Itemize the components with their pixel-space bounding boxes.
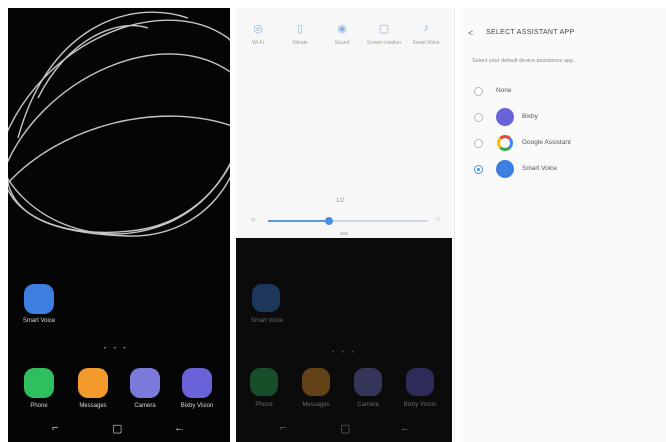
- tile-sound-label: Sound: [334, 40, 350, 46]
- tile-vibrate[interactable]: ▯ Vibrate: [280, 22, 320, 46]
- auto-brightness-icon[interactable]: ○: [436, 216, 440, 223]
- rotation-icon: ▢: [378, 23, 390, 35]
- tile-vibrate-label: Vibrate: [292, 40, 308, 46]
- phone-app-icon-dimmed: [250, 368, 278, 396]
- vibrate-icon: ▯: [296, 23, 304, 35]
- sound-icon: ◉: [337, 23, 347, 35]
- option-smart-voice[interactable]: Smart Voice: [470, 158, 660, 180]
- messages-app-label-dimmed: Messages: [302, 402, 330, 408]
- tile-smart-voice[interactable]: ♪ Smart Voice: [406, 22, 446, 46]
- option-google-assistant[interactable]: Google Assistant: [470, 132, 660, 154]
- page-indicator-dimmed: • • •: [332, 350, 357, 356]
- settings-header: < SELECT ASSISTANT APP: [468, 28, 658, 42]
- phone-app-label: Phone: [30, 403, 48, 409]
- quick-settings-screen: ◎ Wi-Fi ▯ Vibrate ◉ Sound ▢ Screen rotat…: [236, 8, 452, 442]
- back-button[interactable]: ←: [174, 422, 185, 434]
- assistant-icon: ♪: [423, 22, 429, 34]
- radio-none[interactable]: [474, 87, 483, 96]
- tile-wifi[interactable]: ◎ Wi-Fi: [238, 22, 278, 46]
- bixby-vision-app-icon[interactable]: [182, 368, 212, 398]
- quick-settings-panel: ◎ Wi-Fi ▯ Vibrate ◉ Sound ▢ Screen rotat…: [236, 8, 452, 236]
- option-bixby-label: Bixby: [522, 113, 538, 120]
- option-none-label: None: [496, 87, 512, 94]
- bixby-vision-app-label: Bixby Vision: [180, 403, 214, 409]
- wifi-icon: ◎: [253, 23, 263, 35]
- brightness-icon: ☼: [250, 216, 257, 223]
- brightness-thumb[interactable]: [324, 217, 333, 225]
- camera-app-label: Camera: [134, 403, 156, 409]
- recents-button[interactable]: ⌐: [52, 422, 58, 434]
- option-none[interactable]: None: [470, 80, 660, 102]
- camera-app-icon[interactable]: [130, 368, 160, 398]
- page-subtitle: Select your default device assistance ap…: [472, 58, 575, 64]
- smart-voice-app-icon[interactable]: [24, 284, 54, 314]
- panel-drag-handle[interactable]: [340, 232, 348, 235]
- dimmed-home-screen: Smart Voice • • • Phone Messages Camera …: [236, 238, 452, 442]
- page-indicator: • • •: [104, 346, 129, 352]
- option-google-assistant-label: Google Assistant: [522, 139, 571, 146]
- radio-smart-voice[interactable]: [474, 165, 483, 174]
- home-screen: Smart Voice • • • Phone Messages Camera …: [8, 8, 230, 442]
- messages-app-icon[interactable]: [78, 368, 108, 398]
- tile-sound[interactable]: ◉ Sound: [322, 22, 362, 46]
- smart-voice-app-label-dimmed: Smart Voice: [250, 318, 284, 324]
- home-button[interactable]: ▢: [112, 422, 122, 435]
- navigation-bar: ⌐ ▢ ←: [8, 416, 230, 442]
- radio-bixby[interactable]: [474, 113, 483, 122]
- messages-app-label: Messages: [79, 403, 107, 409]
- tile-smart-voice-label: Smart Voice: [412, 40, 440, 46]
- option-smart-voice-label: Smart Voice: [522, 165, 558, 172]
- radio-google-assistant[interactable]: [474, 139, 483, 148]
- phone-app-icon[interactable]: [24, 368, 54, 398]
- back-arrow-icon[interactable]: <: [468, 28, 473, 38]
- camera-app-icon-dimmed: [354, 368, 382, 396]
- smart-voice-app-icon-dimmed: [252, 284, 280, 312]
- panel-divider: [454, 8, 455, 442]
- smart-voice-app-label: Smart Voice: [22, 318, 56, 324]
- assistant-settings-screen: < SELECT ASSISTANT APP Select your defau…: [460, 8, 666, 442]
- bixby-icon: [496, 108, 514, 126]
- tile-wifi-label: Wi-Fi: [252, 40, 264, 46]
- home-button-dimmed: ▢: [340, 423, 351, 435]
- back-button-dimmed: ←: [400, 422, 411, 434]
- brightness-fill: [268, 220, 329, 222]
- page-number: 1/2: [336, 198, 345, 204]
- recents-button-dimmed: ⌐: [280, 422, 287, 434]
- tile-rotation-label: Screen rotation: [367, 40, 401, 46]
- camera-app-label-dimmed: Camera: [357, 402, 379, 408]
- brightness-slider[interactable]: ☼ ○: [250, 216, 440, 226]
- option-bixby[interactable]: Bixby: [470, 106, 660, 128]
- bixby-vision-app-label-dimmed: Bixby Vision: [403, 402, 437, 408]
- google-icon: [497, 135, 513, 151]
- phone-app-label-dimmed: Phone: [255, 402, 273, 408]
- messages-app-icon-dimmed: [302, 368, 330, 396]
- music-note-icon: [496, 160, 514, 178]
- tile-rotation[interactable]: ▢ Screen rotation: [364, 22, 404, 46]
- bixby-vision-app-icon-dimmed: [406, 368, 434, 396]
- page-title: SELECT ASSISTANT APP: [486, 29, 575, 36]
